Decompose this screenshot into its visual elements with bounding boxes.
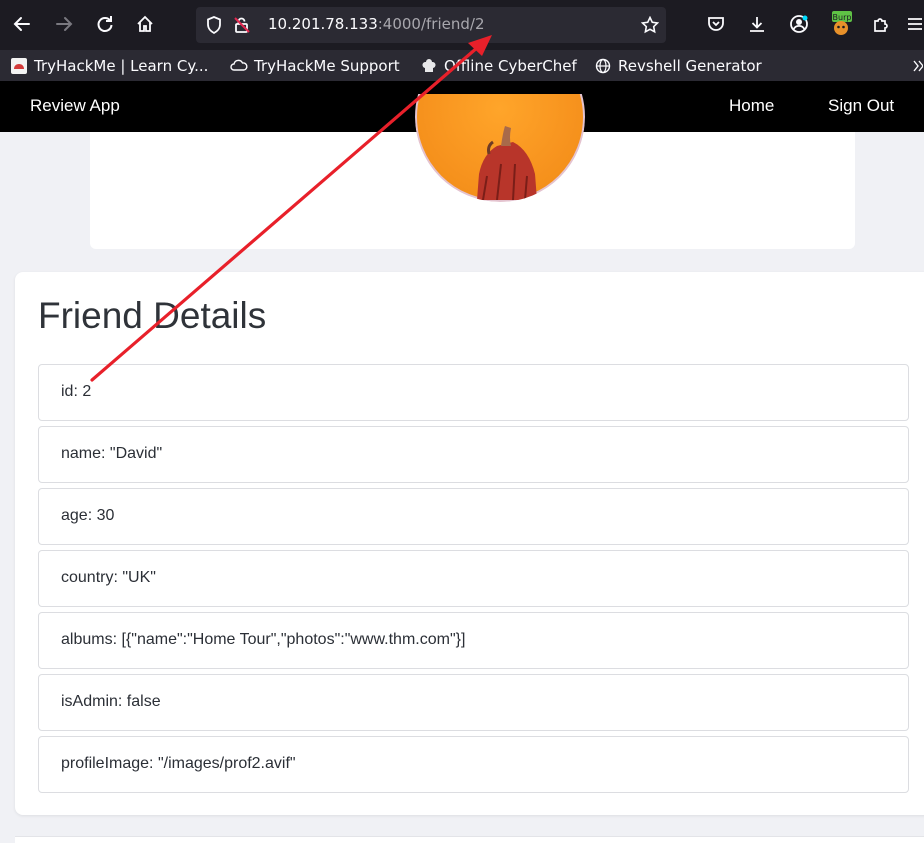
pocket-icon[interactable]	[700, 8, 732, 40]
field-profile-image: profileImage: "/images/prof2.avif"	[38, 736, 909, 793]
address-bar[interactable]: 10.201.78.133:4000/friend/2	[196, 7, 666, 43]
burp-extension-icon[interactable]: Burp	[825, 8, 857, 40]
field-name: name: "David"	[38, 426, 909, 483]
bookmark-revshell-generator[interactable]: Revshell Generator	[594, 56, 762, 76]
url-path: :4000/friend/2	[377, 15, 485, 33]
nav-home-link[interactable]: Home	[729, 96, 774, 116]
person-silhouette-icon	[477, 126, 537, 201]
account-icon[interactable]	[783, 8, 815, 40]
bookmark-offline-cyberchef[interactable]: Offline CyberChef	[420, 56, 577, 76]
tryhackme-icon	[10, 57, 28, 75]
field-text: name: "David"	[61, 445, 163, 462]
field-text: id: 2	[61, 383, 92, 400]
extensions-puzzle-icon[interactable]	[865, 8, 897, 40]
bookmark-label: TryHackMe Support	[254, 57, 400, 75]
friend-details-card: Friend Details id: 2 name: "David" age: …	[15, 272, 924, 815]
field-id: id: 2	[38, 364, 909, 421]
url-text[interactable]: 10.201.78.133:4000/friend/2	[268, 15, 485, 33]
url-host: 10.201.78.133	[268, 15, 378, 33]
field-text: age: 30	[61, 507, 115, 524]
home-icon[interactable]	[129, 8, 161, 40]
download-icon[interactable]	[741, 8, 773, 40]
field-isadmin: isAdmin: false	[38, 674, 909, 731]
cloud-icon	[230, 57, 248, 75]
profile-card	[90, 94, 855, 249]
profile-avatar-image	[415, 94, 585, 202]
bookmark-label: Revshell Generator	[618, 57, 762, 75]
bookmarks-bar: TryHackMe | Learn Cy... TryHackMe Suppor…	[0, 50, 924, 81]
bookmark-label: Offline CyberChef	[444, 57, 577, 75]
profile-avatar	[415, 94, 585, 202]
chef-hat-icon	[420, 57, 438, 75]
bookmark-tryhackme[interactable]: TryHackMe | Learn Cy...	[10, 56, 208, 76]
insecure-lock-icon[interactable]	[226, 9, 258, 41]
menu-hamburger-icon[interactable]	[904, 8, 924, 40]
field-albums: albums: [{"name":"Home Tour","photos":"w…	[38, 612, 909, 669]
bookmarks-overflow-icon[interactable]	[912, 50, 924, 81]
friend-details-title: Friend Details	[38, 295, 267, 336]
field-country: country: "UK"	[38, 550, 909, 607]
field-text: albums: [{"name":"Home Tour","photos":"w…	[61, 631, 466, 648]
app-brand[interactable]: Review App	[30, 96, 120, 116]
forward-arrow-icon[interactable]	[48, 8, 80, 40]
field-text: isAdmin: false	[61, 693, 161, 710]
bookmark-tryhackme-support[interactable]: TryHackMe Support	[230, 56, 400, 76]
field-age: age: 30	[38, 488, 909, 545]
bookmark-star-icon[interactable]	[634, 9, 666, 41]
reload-icon[interactable]	[89, 8, 121, 40]
back-arrow-icon[interactable]	[6, 8, 38, 40]
next-card-edge	[15, 836, 924, 843]
browser-toolbar: 10.201.78.133:4000/friend/2 Burp	[0, 0, 924, 50]
field-text: country: "UK"	[61, 569, 156, 586]
nav-sign-out-link[interactable]: Sign Out	[828, 96, 894, 116]
globe-icon	[594, 57, 612, 75]
field-text: profileImage: "/images/prof2.avif"	[61, 755, 296, 772]
bookmark-label: TryHackMe | Learn Cy...	[34, 57, 209, 75]
burp-badge-label: Burp	[833, 13, 852, 22]
